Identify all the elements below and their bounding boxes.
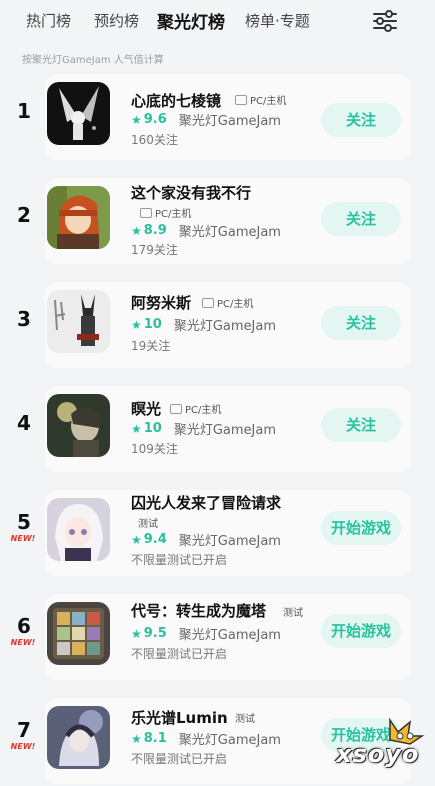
tab-spotlight-label: 聚光灯榜 bbox=[157, 13, 225, 33]
sliders-icon[interactable] bbox=[372, 10, 398, 32]
game-meta: ★ 10 聚光灯GameJam bbox=[131, 419, 276, 438]
star-icon: ★ bbox=[131, 532, 142, 547]
rank-number: 7 bbox=[17, 718, 31, 742]
game-meta: ★ 9.6 聚光灯GameJam bbox=[131, 110, 281, 129]
score: 9.5 bbox=[143, 626, 167, 641]
follow-button[interactable]: 关注 bbox=[321, 408, 401, 442]
game-title[interactable]: 心底的七棱镜 bbox=[131, 90, 221, 111]
follow-count: 19关注 bbox=[131, 339, 171, 353]
rank-number: 3 bbox=[17, 307, 31, 331]
game-title[interactable]: 阿努米斯 bbox=[131, 292, 191, 313]
ranking-subtitle: 按聚光灯GameJam 人气值计算 bbox=[22, 55, 164, 66]
test-badge: 测试 bbox=[138, 519, 158, 530]
list-item[interactable]: 2 这个家没有我不行 PC/主机 ★ 8.9 聚光灯GameJam 179关注 … bbox=[0, 172, 435, 268]
list-item[interactable]: 5 NEW! 囚光人发来了冒险请求 测试 ★ 9.4 聚光灯GameJam 不限… bbox=[0, 484, 435, 580]
watermark-text: xsoyo bbox=[336, 740, 420, 768]
test-badge: 测试 bbox=[283, 608, 303, 619]
platform-icon bbox=[235, 94, 247, 105]
new-badge: NEW! bbox=[10, 638, 36, 647]
platform-badge: PC/主机 bbox=[235, 92, 286, 107]
star-icon: ★ bbox=[131, 626, 142, 641]
score: 9.4 bbox=[143, 532, 167, 547]
source-label: 聚光灯GameJam bbox=[178, 534, 281, 549]
game-meta: ★ 8.9 聚光灯GameJam bbox=[131, 221, 281, 240]
platform-icon bbox=[140, 207, 152, 218]
new-badge: NEW! bbox=[10, 534, 36, 543]
test-status: 不限量测试已开启 bbox=[131, 647, 228, 661]
source-label: 聚光灯GameJam bbox=[178, 733, 281, 748]
new-badge: NEW! bbox=[10, 742, 36, 751]
score: 8.9 bbox=[143, 223, 167, 238]
game-meta: ★ 10 聚光灯GameJam bbox=[131, 315, 276, 334]
game-thumbnail[interactable] bbox=[47, 498, 110, 561]
game-thumbnail[interactable] bbox=[47, 602, 110, 665]
list-item[interactable]: 6 NEW! 代号：转生成为魔塔 测试 ★ 9.5 聚光灯GameJam 不限量… bbox=[0, 588, 435, 684]
tab-spotlight[interactable]: 聚光灯榜 bbox=[155, 8, 227, 33]
game-title[interactable]: 囚光人发来了冒险请求 bbox=[131, 492, 281, 513]
star-icon: ★ bbox=[131, 317, 142, 332]
game-title[interactable]: 瞑光 bbox=[131, 398, 161, 419]
game-thumbnail[interactable] bbox=[47, 394, 110, 457]
star-icon: ★ bbox=[131, 731, 142, 746]
platform-label: PC/主机 bbox=[185, 405, 222, 416]
game-title[interactable]: 代号：转生成为魔塔 bbox=[131, 600, 266, 621]
start-game-button[interactable]: 开始游戏 bbox=[321, 614, 401, 648]
platform-label: PC/主机 bbox=[250, 96, 287, 107]
game-meta: ★ 9.4 聚光灯GameJam bbox=[131, 530, 281, 549]
follow-button[interactable]: 关注 bbox=[321, 202, 401, 236]
follow-count: 179关注 bbox=[131, 243, 178, 257]
game-meta: ★ 9.5 聚光灯GameJam bbox=[131, 624, 281, 643]
game-thumbnail[interactable] bbox=[47, 186, 110, 249]
tab-reserve[interactable]: 预约榜 bbox=[94, 10, 139, 31]
rank-number: 5 bbox=[17, 510, 31, 534]
list-item[interactable]: 3 阿努米斯 PC/主机 ★ 10 聚光灯GameJam 19关注 关注 bbox=[0, 276, 435, 372]
platform-badge: PC/主机 bbox=[202, 295, 253, 310]
source-label: 聚光灯GameJam bbox=[173, 423, 277, 438]
follow-count: 109关注 bbox=[131, 442, 178, 456]
source-label: 聚光灯GameJam bbox=[173, 319, 277, 334]
follow-button[interactable]: 关注 bbox=[321, 103, 401, 137]
rank-number: 4 bbox=[17, 411, 31, 435]
rank-number: 6 bbox=[17, 614, 31, 638]
score: 10 bbox=[143, 421, 162, 436]
source-label: 聚光灯GameJam bbox=[178, 225, 281, 240]
star-icon: ★ bbox=[131, 421, 142, 436]
rank-number: 1 bbox=[17, 99, 31, 123]
score: 10 bbox=[143, 317, 162, 332]
platform-label: PC/主机 bbox=[217, 299, 254, 310]
tab-lists-topics[interactable]: 榜单·专题 bbox=[245, 10, 310, 31]
rank-number: 2 bbox=[17, 203, 31, 227]
platform-badge: PC/主机 bbox=[170, 401, 221, 416]
game-thumbnail[interactable] bbox=[47, 82, 110, 145]
list-item[interactable]: 1 心底的七棱镜 PC/主机 ★ 9.6 聚光灯GameJam 160关注 关注 bbox=[0, 68, 435, 164]
start-game-button[interactable]: 开始游戏 bbox=[321, 511, 401, 545]
game-title[interactable]: 这个家没有我不行 bbox=[131, 182, 251, 203]
follow-button[interactable]: 关注 bbox=[321, 306, 401, 340]
score: 9.6 bbox=[143, 112, 167, 127]
list-item[interactable]: 4 瞑光 PC/主机 ★ 10 聚光灯GameJam 109关注 关注 bbox=[0, 380, 435, 476]
test-status: 不限量测试已开启 bbox=[131, 752, 228, 766]
test-badge: 测试 bbox=[235, 714, 255, 725]
star-icon: ★ bbox=[131, 112, 142, 127]
platform-label: PC/主机 bbox=[155, 209, 192, 220]
follow-count: 160关注 bbox=[131, 133, 178, 147]
tab-hot[interactable]: 热门榜 bbox=[26, 10, 71, 31]
game-thumbnail[interactable] bbox=[47, 706, 110, 769]
star-icon: ★ bbox=[131, 223, 142, 238]
platform-badge: PC/主机 bbox=[140, 205, 191, 220]
source-label: 聚光灯GameJam bbox=[178, 628, 281, 643]
test-status: 不限量测试已开启 bbox=[131, 553, 228, 567]
score: 8.1 bbox=[143, 731, 167, 746]
top-tab-bar: 热门榜 预约榜 聚光灯榜 榜单·专题 bbox=[0, 0, 435, 44]
game-meta: ★ 8.1 聚光灯GameJam bbox=[131, 729, 281, 748]
game-thumbnail[interactable] bbox=[47, 290, 110, 353]
source-label: 聚光灯GameJam bbox=[178, 114, 281, 129]
game-title[interactable]: 乐光谱Lumin bbox=[131, 707, 228, 728]
platform-icon bbox=[170, 403, 182, 414]
platform-icon bbox=[202, 297, 214, 308]
